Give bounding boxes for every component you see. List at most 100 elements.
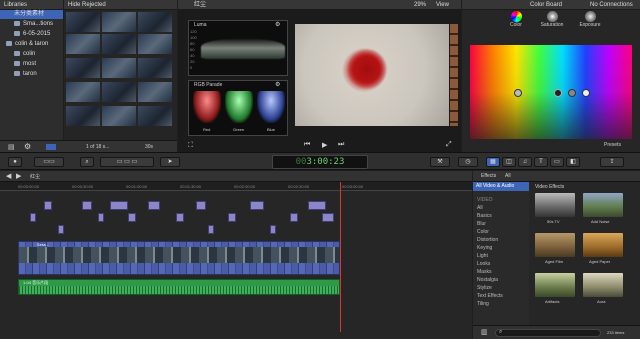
midtones-puck[interactable] bbox=[568, 89, 576, 97]
library-item[interactable]: most bbox=[14, 60, 36, 69]
play-icon[interactable]: ▶ bbox=[322, 141, 327, 149]
clip-thumbnail[interactable] bbox=[102, 106, 136, 126]
clip-thumbnail[interactable] bbox=[138, 82, 172, 102]
clip-thumbnail[interactable] bbox=[102, 58, 136, 78]
clip-thumbnail[interactable] bbox=[138, 58, 172, 78]
video-inspector-button[interactable]: ▦ bbox=[486, 157, 500, 167]
speed-button[interactable]: ◷ bbox=[458, 157, 478, 167]
share-button[interactable]: ⇪ bbox=[600, 157, 624, 167]
category-item[interactable]: Color bbox=[477, 228, 489, 236]
presets-menu[interactable]: Presets bbox=[604, 142, 621, 148]
category-item[interactable]: Tiling bbox=[477, 300, 489, 308]
effects-filter[interactable]: All bbox=[505, 173, 511, 179]
next-frame-icon[interactable]: ⏭ bbox=[338, 141, 344, 149]
back-icon[interactable]: ◀ bbox=[6, 172, 11, 180]
library-item[interactable]: colin bbox=[14, 50, 35, 59]
video-frame[interactable] bbox=[295, 24, 449, 126]
filter-dropdown[interactable]: Hide Rejected bbox=[68, 2, 106, 8]
clip-thumbnail[interactable] bbox=[138, 106, 172, 126]
timecode-display[interactable]: 003:00:23 bbox=[272, 155, 368, 169]
connected-clip[interactable] bbox=[44, 201, 52, 210]
category-item[interactable]: Nostalgia bbox=[477, 276, 498, 284]
category-item[interactable]: Stylize bbox=[477, 284, 492, 292]
effect-thumbnail[interactable] bbox=[583, 233, 623, 257]
audio-clip[interactable]: 1-04 音乐片段 bbox=[18, 279, 340, 295]
connected-clip[interactable] bbox=[250, 201, 264, 210]
clip-thumbnail[interactable] bbox=[138, 34, 172, 54]
shadows-puck[interactable] bbox=[554, 89, 562, 97]
clip-thumbnail[interactable] bbox=[66, 106, 100, 126]
zoom-level[interactable]: 29% bbox=[414, 0, 426, 10]
clip-thumbnail[interactable] bbox=[66, 82, 100, 102]
category-item[interactable]: All bbox=[477, 204, 483, 212]
microphone-button[interactable]: ● bbox=[8, 157, 22, 167]
titles-button[interactable]: T bbox=[534, 157, 548, 167]
connected-clip[interactable] bbox=[98, 213, 104, 222]
saturation-tab[interactable]: Saturation bbox=[538, 11, 566, 28]
category-selected[interactable]: All Video & Audio bbox=[473, 182, 529, 191]
category-item[interactable]: Text Effects bbox=[477, 292, 503, 300]
clip-thumbnail[interactable] bbox=[102, 34, 136, 54]
clip-thumbnail[interactable] bbox=[138, 12, 172, 32]
connected-clip[interactable] bbox=[128, 213, 136, 222]
library-item[interactable]: colin & taron bbox=[6, 40, 48, 49]
connected-clip[interactable] bbox=[58, 225, 64, 234]
edit-mode-button[interactable]: ▭ ▭ ▭ bbox=[100, 157, 154, 167]
connected-clip[interactable] bbox=[148, 201, 160, 210]
effect-thumbnail[interactable] bbox=[535, 233, 575, 257]
library-item[interactable]: Sma...tions bbox=[14, 20, 53, 29]
fullscreen-icon[interactable]: ⤢ bbox=[446, 141, 452, 149]
gear-icon[interactable]: ⚙ bbox=[24, 142, 31, 151]
connected-clip[interactable] bbox=[270, 225, 276, 234]
connected-clip[interactable] bbox=[308, 201, 326, 210]
effects-search-input[interactable]: ⌕ bbox=[495, 329, 601, 337]
music-browser-button[interactable]: ♫ bbox=[518, 157, 532, 167]
connected-clip[interactable] bbox=[30, 213, 36, 222]
select-tool-button[interactable]: ➤ bbox=[160, 157, 180, 167]
crop-icon[interactable]: ⛶ bbox=[188, 142, 193, 150]
photo-browser-button[interactable]: ◫ bbox=[502, 157, 516, 167]
primary-storyline[interactable]: Sess... bbox=[18, 241, 341, 275]
clip-thumbnail[interactable] bbox=[66, 12, 100, 32]
previous-frame-icon[interactable]: ⏮ bbox=[304, 141, 310, 149]
effect-thumbnail[interactable] bbox=[583, 193, 623, 217]
connected-clip[interactable] bbox=[290, 213, 298, 222]
clip-thumbnail[interactable] bbox=[66, 58, 100, 78]
connected-clip[interactable] bbox=[196, 201, 206, 210]
effect-thumbnail[interactable] bbox=[535, 193, 575, 217]
connected-clip[interactable] bbox=[82, 201, 92, 210]
keyword-button[interactable]: ⌕ bbox=[80, 157, 94, 167]
category-item[interactable]: Keying bbox=[477, 244, 492, 252]
connected-clip[interactable] bbox=[208, 225, 214, 234]
color-board-grid[interactable] bbox=[470, 45, 632, 139]
library-item[interactable]: 6-05-2015 bbox=[14, 30, 50, 39]
connected-clip[interactable] bbox=[228, 213, 236, 222]
scope-settings-icon[interactable]: ⚙ bbox=[275, 81, 280, 88]
global-puck[interactable] bbox=[514, 89, 522, 97]
themes-button[interactable]: ◧ bbox=[566, 157, 580, 167]
view-menu[interactable]: View bbox=[436, 0, 449, 10]
timeline-ruler[interactable]: 00:00:00:00 00:00:30:00 00:01:00:00 00:0… bbox=[0, 182, 472, 191]
duration-label[interactable]: 30s bbox=[145, 144, 153, 150]
category-item[interactable]: Basics bbox=[477, 212, 492, 220]
retime-button[interactable]: ⚒ bbox=[430, 157, 450, 167]
category-item[interactable]: Light bbox=[477, 252, 488, 260]
generators-button[interactable]: ▭ bbox=[550, 157, 564, 167]
connected-clip[interactable] bbox=[110, 201, 128, 210]
film-icon[interactable]: ▤ bbox=[8, 143, 15, 151]
effect-thumbnail[interactable] bbox=[535, 273, 575, 297]
forward-icon[interactable]: ▶ bbox=[16, 172, 21, 180]
category-item[interactable]: Masks bbox=[477, 268, 491, 276]
effect-thumbnail[interactable] bbox=[583, 273, 623, 297]
category-item[interactable]: Blur bbox=[477, 220, 486, 228]
scope-settings-icon[interactable]: ⚙ bbox=[275, 21, 280, 28]
sidebar-toggle-icon[interactable]: ▥ bbox=[481, 328, 488, 336]
clip-thumbnail[interactable] bbox=[66, 34, 100, 54]
color-tab[interactable]: Color bbox=[506, 11, 526, 28]
clip-thumbnail[interactable] bbox=[102, 12, 136, 32]
category-item[interactable]: Distortion bbox=[477, 236, 498, 244]
exposure-tab[interactable]: Exposure bbox=[576, 11, 604, 28]
playhead[interactable] bbox=[340, 182, 341, 332]
connected-clip[interactable] bbox=[322, 213, 334, 222]
list-view-icon[interactable] bbox=[46, 144, 56, 150]
